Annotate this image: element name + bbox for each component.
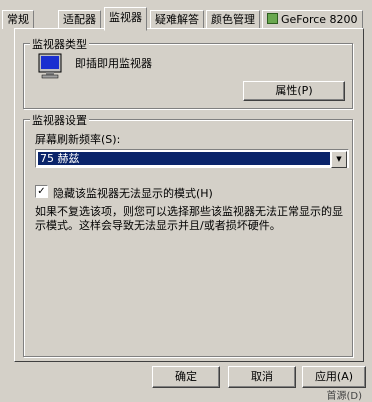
cancel-button-label: 取消 — [251, 370, 273, 383]
tab-general-label: 常规 — [7, 13, 29, 26]
bottom-strip: 首源(D) — [0, 390, 372, 402]
apply-button[interactable]: 应用(A) — [302, 366, 366, 388]
apply-button-label: 应用(A) — [314, 370, 354, 383]
hide-modes-checkbox[interactable]: ✓ — [35, 185, 48, 198]
monitor-tab-panel: 监视器类型 即插即用监视器 属性(P) 监视器设置 屏幕刷新频率(S): 75 … — [14, 28, 364, 362]
nvidia-icon — [267, 13, 278, 24]
refresh-rate-label: 屏幕刷新频率(S): — [35, 133, 121, 146]
properties-button-label: 属性(P) — [275, 84, 313, 97]
tab-adapter-label: 适配器 — [63, 13, 96, 26]
hide-modes-label[interactable]: 隐藏该监视器无法显示的模式(H) — [53, 185, 213, 201]
monitor-icon — [38, 53, 62, 79]
ok-button[interactable]: 确定 — [152, 366, 220, 388]
properties-button[interactable]: 属性(P) — [243, 81, 345, 101]
tab-troubleshoot[interactable]: 疑难解答 — [150, 10, 204, 29]
tab-monitor[interactable]: 监视器 — [104, 7, 147, 31]
cancel-button[interactable]: 取消 — [228, 366, 296, 388]
explanation-text: 如果不复选该项，则您可以选择那些该监视器无法正常显示的显示模式。这样会导致无法显… — [35, 205, 343, 232]
tab-general[interactable]: 常规 — [2, 10, 34, 29]
monitor-name: 即插即用监视器 — [75, 57, 152, 70]
monitor-type-group-title: 监视器类型 — [30, 36, 89, 52]
monitor-settings-group-title: 监视器设置 — [30, 112, 89, 128]
tab-monitor-label: 监视器 — [109, 11, 142, 24]
tab-troubleshoot-label: 疑难解答 — [155, 13, 199, 26]
tab-geforce[interactable]: GeForce 8200 — [262, 10, 363, 29]
ok-button-label: 确定 — [175, 370, 197, 383]
refresh-rate-select[interactable]: 75 赫兹 ▼ — [35, 149, 349, 168]
tab-strip: 常规 适配器 监视器 疑难解答 颜色管理 GeForce 8200 — [0, 4, 372, 31]
tab-color-management-label: 颜色管理 — [211, 13, 255, 26]
tab-color-management[interactable]: 颜色管理 — [206, 10, 260, 29]
tab-adapter[interactable]: 适配器 — [58, 10, 101, 29]
chevron-down-icon[interactable]: ▼ — [331, 151, 347, 168]
check-icon: ✓ — [37, 186, 46, 197]
tab-geforce-label: GeForce 8200 — [281, 13, 358, 26]
refresh-rate-value: 75 赫兹 — [38, 152, 330, 165]
